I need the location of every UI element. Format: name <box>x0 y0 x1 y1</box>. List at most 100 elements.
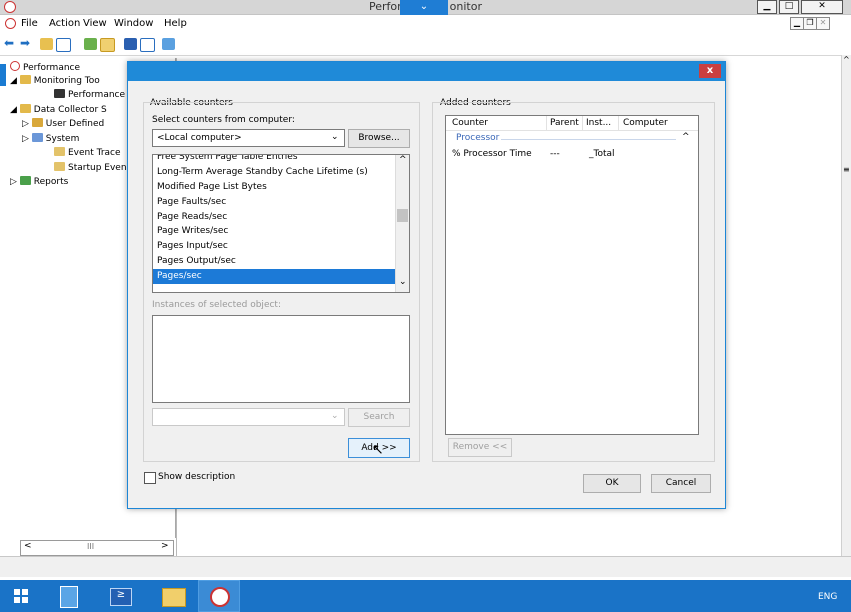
scroll-left-icon[interactable]: < <box>24 541 32 551</box>
mdi-restore-button[interactable]: ❐ <box>803 17 817 30</box>
tree-item-performance[interactable]: Performance <box>10 61 80 73</box>
folder-icon <box>54 162 65 171</box>
list-item[interactable]: Pages Input/sec <box>157 239 228 254</box>
table-row[interactable]: % Processor Time --- _Total <box>446 147 698 161</box>
show-hide-tree-icon[interactable] <box>56 38 71 52</box>
menu-bar: File Action View Window Help <box>0 15 851 33</box>
browse-button[interactable]: Browse... <box>348 129 410 148</box>
add-counters-dialog: x Available counters Select counters fro… <box>127 61 726 509</box>
scroll-grip-icon[interactable]: ≡ <box>843 165 850 174</box>
tree-item-system[interactable]: ▷ System <box>22 133 79 144</box>
tree-item-monitoring-tools[interactable]: ◢ Monitoring Too <box>10 75 100 86</box>
menu-window[interactable]: Window <box>114 18 153 29</box>
folder-icon <box>162 588 186 607</box>
search-button[interactable]: Search <box>348 408 410 427</box>
list-item[interactable]: Pages Output/sec <box>157 254 236 269</box>
chevron-down-icon[interactable]: ⌄ <box>331 132 339 142</box>
remove-button[interactable]: Remove << <box>448 438 512 457</box>
list-item[interactable]: Free System Page Table Entries <box>157 155 298 165</box>
taskbar-performance-monitor[interactable] <box>198 580 240 612</box>
dialog-close-button[interactable]: x <box>699 64 721 78</box>
instance-cell: _Total <box>589 149 615 159</box>
counter-list-scrollbar[interactable]: ^ ⌄ <box>395 155 409 292</box>
maximize-button[interactable]: □ <box>779 0 799 14</box>
taskbar-file-explorer[interactable] <box>152 580 194 612</box>
folder-icon <box>19 75 31 84</box>
window-title-bar: Perfor onitor ⌄ ▁ □ ✕ <box>0 0 851 20</box>
scroll-thumb[interactable]: III <box>87 542 94 551</box>
back-arrow-icon[interactable]: ⬅ <box>4 36 17 50</box>
language-indicator[interactable]: ENG <box>818 592 837 602</box>
refresh-icon[interactable] <box>84 38 97 50</box>
new-window-icon[interactable] <box>162 38 175 50</box>
menu-action[interactable]: Action <box>49 18 80 29</box>
windows-logo-icon <box>14 589 28 603</box>
list-item[interactable]: Page Reads/sec <box>157 210 227 225</box>
scroll-thumb[interactable] <box>397 209 408 222</box>
column-counter[interactable]: Counter <box>452 118 488 128</box>
collapse-icon[interactable]: ^ <box>682 132 690 142</box>
tree-item-performance-monitor[interactable]: Performance <box>54 89 125 100</box>
tree-item-user-defined[interactable]: ▷ User Defined <box>22 118 104 129</box>
group-header[interactable]: Processor ^ <box>446 131 698 145</box>
list-item[interactable]: Modified Page List Bytes <box>157 180 267 195</box>
show-description-label: Show description <box>158 472 236 482</box>
minimize-button[interactable]: ▁ <box>757 0 777 14</box>
up-folder-icon[interactable] <box>40 38 53 50</box>
powershell-icon: ≥ <box>110 588 132 606</box>
help-icon[interactable] <box>124 38 137 50</box>
monitor-icon <box>54 89 65 98</box>
column-instance[interactable]: Inst... <box>586 118 611 128</box>
select-computer-label: Select counters from computer: <box>152 115 295 125</box>
perfmon-icon <box>210 587 230 607</box>
perfmon-icon <box>10 61 20 71</box>
list-item-selected[interactable]: Pages/sec <box>153 269 397 284</box>
folder-icon <box>54 147 65 156</box>
menu-file[interactable]: File <box>21 18 38 29</box>
added-counters-table[interactable]: Counter Parent Inst... Computer Processo… <box>445 115 699 435</box>
table-header: Counter Parent Inst... Computer <box>446 116 698 131</box>
taskbar-server-manager[interactable] <box>48 580 90 612</box>
chevron-down-icon[interactable]: ⌄ <box>331 411 339 421</box>
tree-horizontal-scrollbar[interactable]: < III > <box>20 540 174 556</box>
group-name: Processor <box>456 133 500 143</box>
close-button[interactable]: ✕ <box>801 0 843 14</box>
column-parent[interactable]: Parent <box>550 118 579 128</box>
properties-icon[interactable] <box>140 38 155 52</box>
counter-cell: % Processor Time <box>452 149 532 159</box>
mouse-cursor-icon: ↖ <box>372 442 384 458</box>
tree-item-event-trace[interactable]: Event Trace <box>54 147 121 158</box>
tree-item-reports[interactable]: ▷ Reports <box>10 176 68 187</box>
forward-arrow-icon[interactable]: ➡ <box>20 36 33 50</box>
scroll-up-icon[interactable]: ^ <box>399 155 407 165</box>
tree-item-startup-event[interactable]: Startup Even <box>54 162 127 173</box>
ok-button[interactable]: OK <box>583 474 641 493</box>
left-edge <box>0 58 10 558</box>
menu-help[interactable]: Help <box>164 18 187 29</box>
list-item[interactable]: Page Faults/sec <box>157 195 226 210</box>
list-item[interactable]: Page Writes/sec <box>157 224 228 239</box>
mdi-minimize-button[interactable]: ▁ <box>790 17 804 30</box>
scroll-up-icon[interactable]: ^ <box>843 55 850 64</box>
folder-icon <box>19 104 31 113</box>
show-description-checkbox[interactable] <box>144 472 156 484</box>
tree-item-data-collector-sets[interactable]: ◢ Data Collector S <box>10 104 107 115</box>
computer-select[interactable]: <Local computer> ⌄ <box>152 129 345 147</box>
instances-list[interactable] <box>152 315 410 403</box>
scroll-down-icon[interactable]: ⌄ <box>399 277 407 287</box>
perfmon-menu-icon[interactable] <box>5 18 16 29</box>
taskbar-powershell[interactable]: ≥ <box>100 580 142 612</box>
counter-list[interactable]: Free System Page Table Entries Long-Term… <box>152 154 410 293</box>
right-vertical-scrollbar[interactable]: ^ ≡ <box>841 55 851 575</box>
dialog-title-bar <box>128 62 725 81</box>
cancel-button[interactable]: Cancel <box>651 474 711 493</box>
instances-label: Instances of selected object: <box>152 300 281 310</box>
mdi-close-button[interactable]: ✕ <box>816 17 830 30</box>
menu-view[interactable]: View <box>83 18 107 29</box>
export-icon[interactable] <box>100 38 115 52</box>
instance-search-combo[interactable]: ⌄ <box>152 408 345 426</box>
start-button[interactable] <box>0 580 42 612</box>
scroll-right-icon[interactable]: > <box>161 541 169 551</box>
column-computer[interactable]: Computer <box>623 118 668 128</box>
list-item[interactable]: Long-Term Average Standby Cache Lifetime… <box>157 165 368 180</box>
